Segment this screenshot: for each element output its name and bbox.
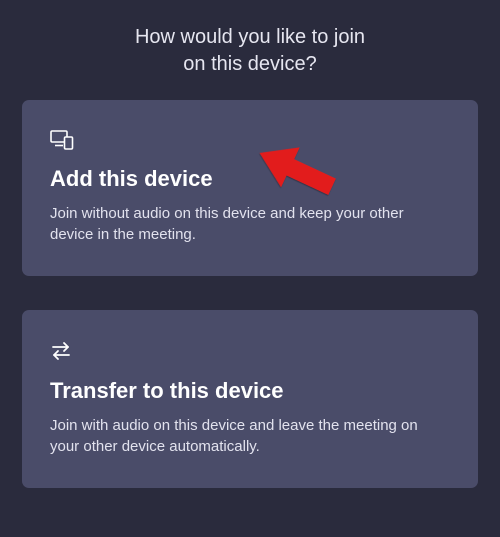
- add-device-card[interactable]: Add this device Join without audio on th…: [22, 100, 478, 276]
- transfer-device-title: Transfer to this device: [50, 377, 450, 405]
- add-device-title: Add this device: [50, 165, 450, 193]
- devices-icon: [50, 130, 450, 155]
- add-device-desc: Join without audio on this device and ke…: [50, 203, 450, 247]
- transfer-device-card[interactable]: Transfer to this device Join with audio …: [22, 310, 478, 488]
- page-title: How would you like to join on this devic…: [0, 0, 500, 100]
- option-cards: Add this device Join without audio on th…: [0, 100, 500, 488]
- transfer-icon: [50, 340, 450, 367]
- page-title-line1: How would you like to join: [135, 26, 365, 48]
- transfer-device-desc: Join with audio on this device and leave…: [50, 415, 450, 459]
- page-title-line2: on this device?: [183, 53, 316, 75]
